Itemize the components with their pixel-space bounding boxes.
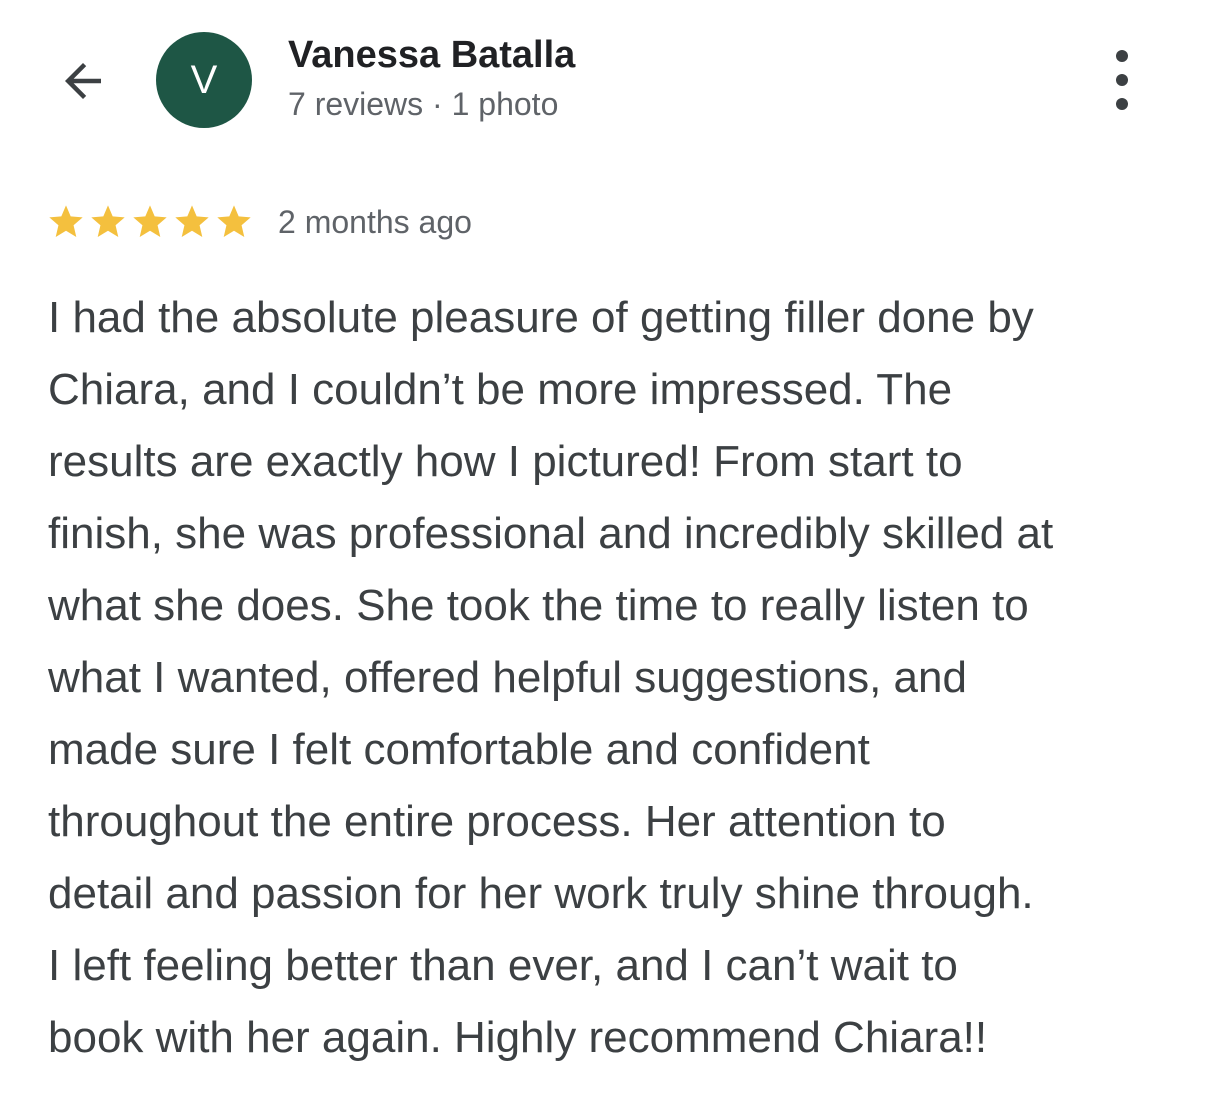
review-text: I had the absolute pleasure of getting f… (48, 282, 1178, 1074)
review-date: 2 months ago (278, 203, 472, 240)
review-text-line: I left feeling better than ever, and I c… (48, 941, 958, 990)
more-vert-icon-dot (1116, 50, 1128, 62)
review-text-line: Chiara, and I couldn’t be more impressed… (48, 365, 953, 414)
review-text-line: finish, she was professional and incredi… (48, 509, 1054, 558)
avatar[interactable]: V (156, 32, 252, 128)
review-text-line: detail and passion for her work truly sh… (48, 869, 1034, 918)
more-options-button[interactable] (1102, 50, 1142, 110)
rating-row: 2 months ago (46, 198, 472, 246)
star-icon (217, 205, 251, 237)
review-text-line: what she does. She took the time to real… (48, 581, 1029, 630)
star-icon (133, 205, 167, 237)
star-icon (49, 205, 83, 237)
review-text-line: book with her again. Highly recommend Ch… (48, 1013, 988, 1062)
review-text-line: what I wanted, offered helpful suggestio… (48, 653, 967, 702)
review-page: V Vanessa Batalla 7 reviews · 1 photo 2 … (0, 0, 1206, 1116)
star-rating (46, 202, 256, 242)
arrow-left-icon (65, 63, 101, 99)
star-icon (175, 205, 209, 237)
review-text-line: results are exactly how I pictured! From… (48, 437, 963, 486)
more-vert-icon-dot (1116, 74, 1128, 86)
review-text-line: I had the absolute pleasure of getting f… (48, 293, 1034, 342)
reviewer-meta: 7 reviews · 1 photo (288, 86, 559, 122)
star-icon (91, 205, 125, 237)
more-vert-icon-dot (1116, 98, 1128, 110)
review-text-line: made sure I felt comfortable and confide… (48, 725, 870, 774)
reviewer-name[interactable]: Vanessa Batalla (288, 34, 575, 77)
back-button[interactable] (52, 50, 114, 112)
review-text-line: throughout the entire process. Her atten… (48, 797, 946, 846)
avatar-letter: V (190, 57, 218, 102)
